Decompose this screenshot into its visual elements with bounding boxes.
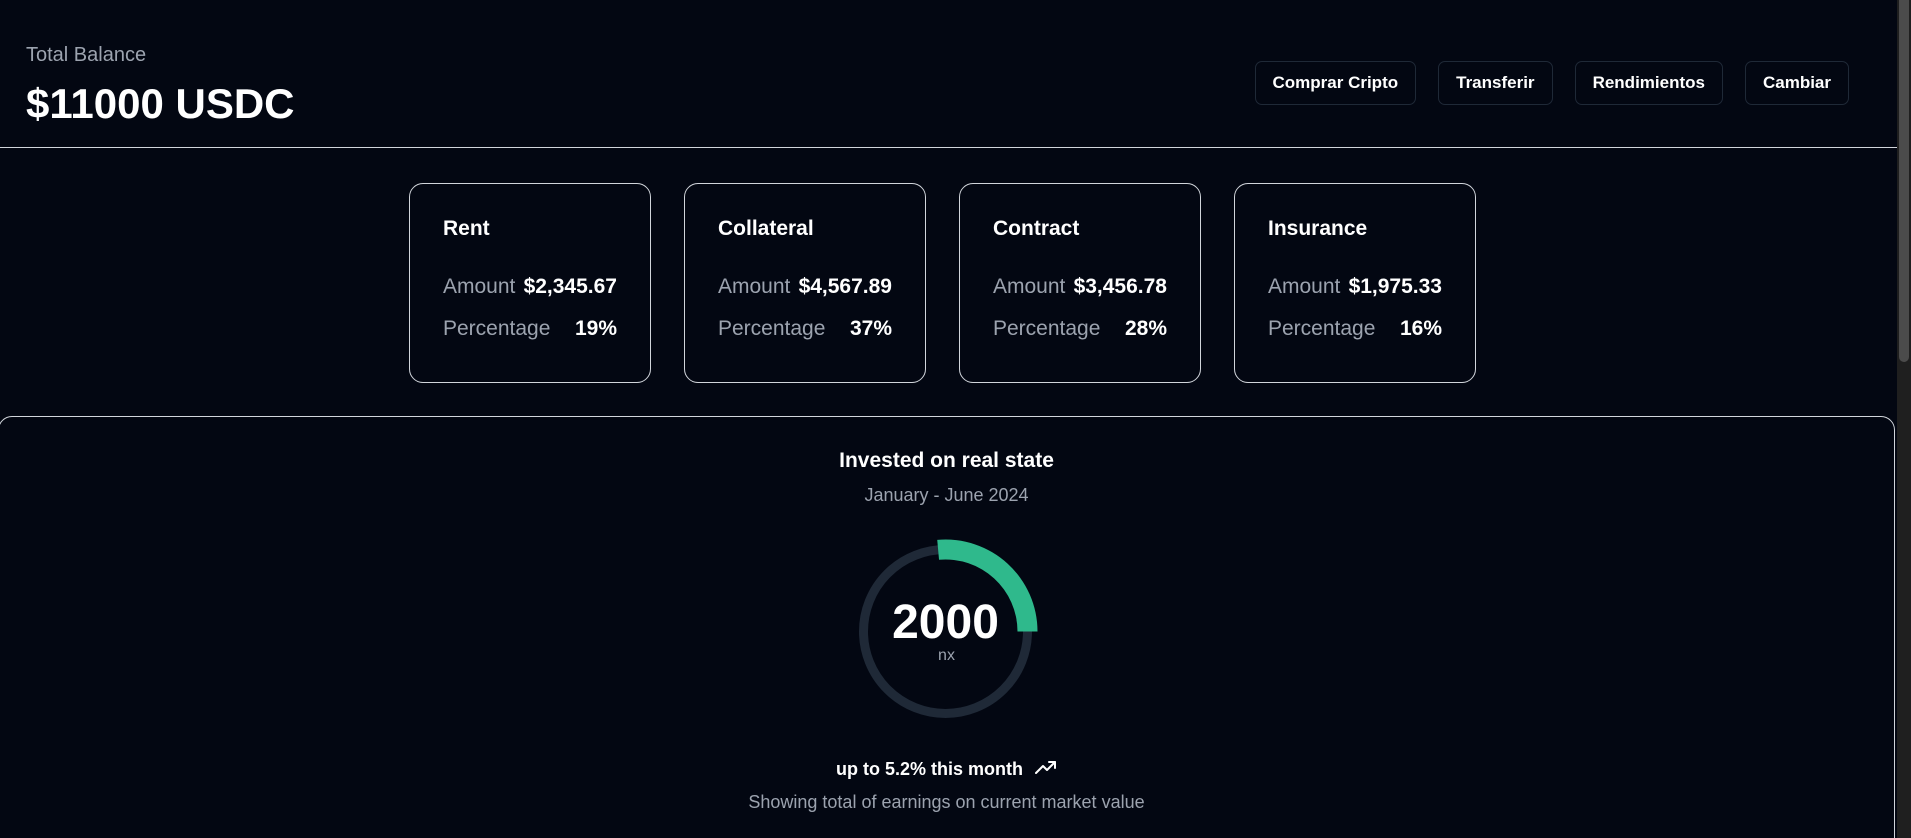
- allocation-card-collateral: Collateral Amount $4,567.89 Percentage 3…: [684, 183, 926, 383]
- amount-label: Amount: [443, 275, 516, 298]
- trending-up-icon: [1035, 759, 1057, 780]
- transfer-button[interactable]: Transferir: [1438, 61, 1553, 105]
- allocation-card-rent: Rent Amount $2,345.67 Percentage 19%: [409, 183, 651, 383]
- allocation-cards: Rent Amount $2,345.67 Percentage 19% Col…: [409, 183, 1476, 383]
- wallet-dashboard: Total Balance $11000 USDC Comprar Cripto…: [0, 0, 1911, 838]
- yields-button[interactable]: Rendimientos: [1574, 61, 1723, 105]
- amount-value: $4,567.89: [798, 275, 892, 298]
- amount-row: Amount $2,345.67: [443, 275, 617, 299]
- percentage-value: 16%: [1399, 317, 1442, 340]
- percentage-value: 37%: [849, 317, 892, 340]
- amount-label: Amount: [718, 275, 791, 298]
- panel-subtitle: January - June 2024: [864, 485, 1029, 505]
- amount-row: Amount $1,975.33: [1268, 275, 1442, 299]
- percentage-value: 19%: [574, 317, 617, 340]
- card-title: Collateral: [718, 217, 814, 240]
- amount-row: Amount $3,456.78: [993, 275, 1167, 299]
- amount-label: Amount: [1268, 275, 1341, 298]
- gauge-value: 2000: [892, 596, 999, 649]
- percentage-row: Percentage 16%: [1268, 317, 1442, 341]
- allocation-card-contract: Contract Amount $3,456.78 Percentage 28%: [959, 183, 1201, 383]
- allocation-card-insurance: Insurance Amount $1,975.33 Percentage 16…: [1234, 183, 1476, 383]
- vertical-scrollbar[interactable]: [1897, 0, 1911, 838]
- balance-value: $11000 USDC: [26, 80, 295, 127]
- percentage-row: Percentage 19%: [443, 317, 617, 341]
- percentage-row: Percentage 28%: [993, 317, 1167, 341]
- gauge-unit: nx: [938, 647, 955, 664]
- panel-footnote: Showing total of earnings on current mar…: [748, 792, 1145, 812]
- amount-value: $1,975.33: [1348, 275, 1442, 298]
- amount-value: $2,345.67: [523, 275, 617, 298]
- card-title: Rent: [443, 217, 490, 240]
- balance-header: Total Balance $11000 USDC Comprar Cripto…: [0, 0, 1897, 148]
- panel-title: Invested on real state: [839, 449, 1054, 472]
- investment-panel: Invested on real state January - June 20…: [0, 416, 1895, 838]
- percentage-value: 28%: [1124, 317, 1167, 340]
- card-title: Insurance: [1268, 217, 1368, 240]
- balance-label: Total Balance: [26, 44, 147, 66]
- scrollbar-thumb[interactable]: [1899, 0, 1909, 362]
- buy-crypto-button[interactable]: Comprar Cripto: [1254, 61, 1417, 105]
- radial-gauge: 2000: [853, 539, 1038, 724]
- trend-text: up to 5.2% this month: [836, 759, 1023, 779]
- action-bar: Comprar Cripto Transferir Rendimientos C…: [1254, 61, 1849, 105]
- card-title: Contract: [993, 217, 1080, 240]
- exchange-button[interactable]: Cambiar: [1744, 61, 1849, 105]
- amount-value: $3,456.78: [1073, 275, 1167, 298]
- percentage-label: Percentage: [993, 317, 1101, 340]
- percentage-row: Percentage 37%: [718, 317, 892, 341]
- percentage-label: Percentage: [718, 317, 826, 340]
- percentage-label: Percentage: [1268, 317, 1376, 340]
- amount-label: Amount: [993, 275, 1066, 298]
- percentage-label: Percentage: [443, 317, 551, 340]
- amount-row: Amount $4,567.89: [718, 275, 892, 299]
- trend-row: up to 5.2% this month: [0, 759, 1894, 780]
